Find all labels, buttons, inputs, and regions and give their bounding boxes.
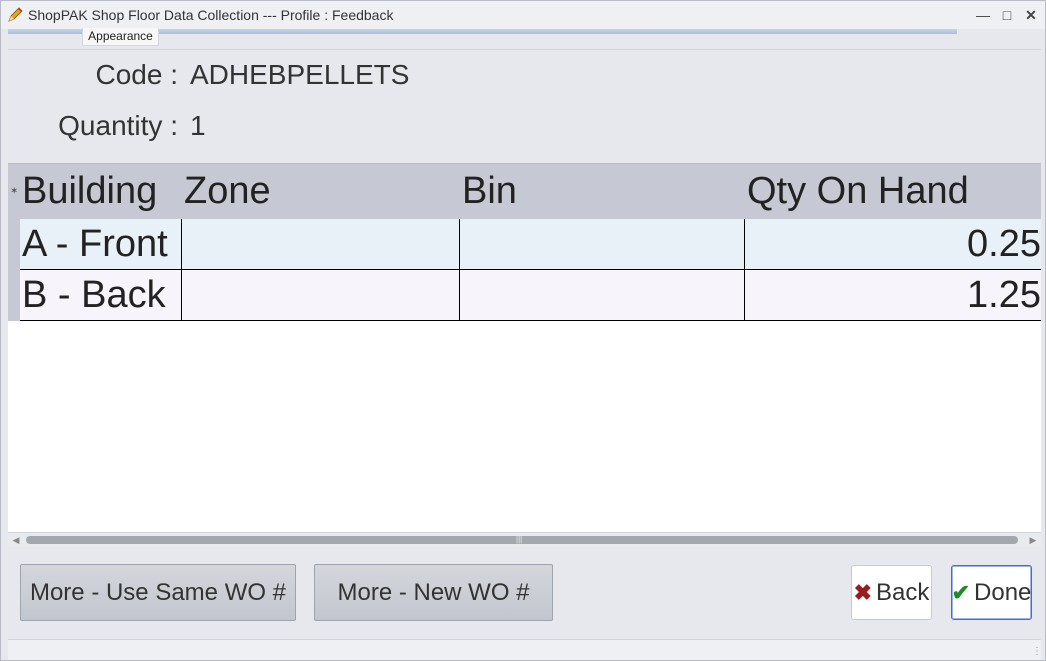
table-row[interactable]: A - Front 0.25 [20,219,1041,270]
back-button-label: Back [876,578,930,606]
more-new-wo-button[interactable]: More - New WO # [314,564,553,621]
inventory-grid: ✶ Building Zone Bin Qty On Hand A - Fron… [8,163,1041,533]
quantity-value: 1 [190,110,206,141]
appearance-tab[interactable]: Appearance [82,28,159,46]
done-button[interactable]: ✔ Done [951,565,1032,620]
scrollbar-thumb[interactable]: ||| [26,535,1018,544]
row-indicator-column [8,219,20,321]
grid-header: ✶ Building Zone Bin Qty On Hand [8,164,1041,219]
close-button[interactable]: ✕ [1021,5,1041,25]
code-value: ADHEBPELLETS [190,59,410,90]
cell-zone[interactable] [182,219,460,269]
column-header-bin[interactable]: Bin [462,170,517,213]
window-title: ShopPAK Shop Floor Data Collection --- P… [28,7,394,23]
cell-qty-on-hand[interactable]: 0.25 [745,219,1041,269]
scroll-left-icon[interactable]: ◀ [8,534,24,546]
header-panel: Code : ADHEBPELLETS Quantity : 1 [8,49,1041,163]
check-icon: ✔ [951,579,971,605]
horizontal-scrollbar[interactable]: ◀ ||| ▶ [8,532,1041,547]
resize-grip-icon[interactable]: ⋮⋮ [1032,646,1046,657]
table-row[interactable]: B - Back 1.25 [20,270,1041,321]
title-bar: ShopPAK Shop Floor Data Collection --- P… [1,1,1045,29]
row-indicator-icon: ✶ [10,186,19,197]
cell-bin[interactable] [460,219,745,269]
cell-building[interactable]: B - Back [20,270,182,320]
column-header-qty-on-hand[interactable]: Qty On Hand [747,170,969,213]
minimize-button[interactable]: — [973,5,993,25]
maximize-button[interactable]: □ [997,5,1017,25]
column-header-zone[interactable]: Zone [184,170,271,213]
x-icon: ✖ [853,579,873,605]
quantity-label: Quantity : [58,110,178,141]
pencil-icon [8,7,23,22]
cell-bin[interactable] [460,270,745,320]
code-label: Code : [95,59,179,90]
done-button-label: Done [974,578,1032,606]
scroll-right-icon[interactable]: ▶ [1025,534,1041,546]
cell-qty-on-hand[interactable]: 1.25 [745,270,1041,320]
grip-icon: ||| [516,535,523,544]
more-use-same-wo-button[interactable]: More - Use Same WO # [20,564,296,621]
cell-building[interactable]: A - Front [20,219,182,269]
status-bar: ⋮⋮ [8,639,1046,660]
cell-zone[interactable] [182,270,460,320]
column-header-building[interactable]: Building [22,170,157,213]
back-button[interactable]: ✖ Back [851,565,932,620]
app-window: ShopPAK Shop Floor Data Collection --- P… [0,0,1046,661]
